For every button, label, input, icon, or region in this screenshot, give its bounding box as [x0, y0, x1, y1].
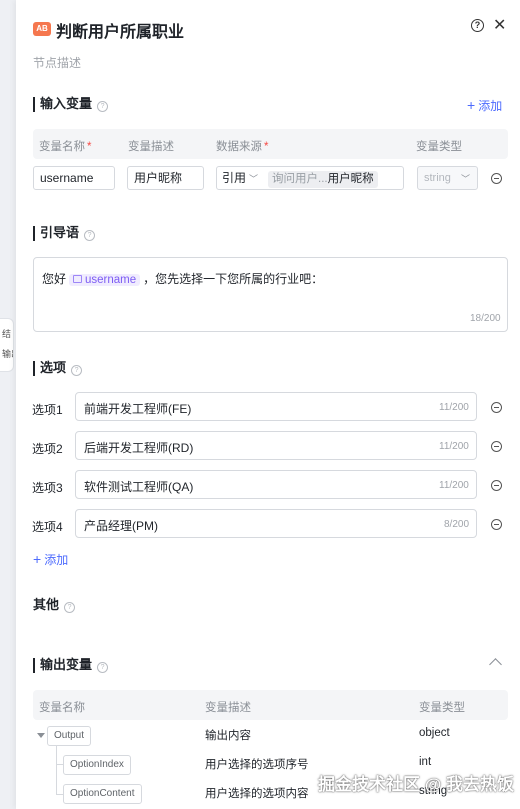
background-node-label: 结	[2, 329, 12, 339]
output-var-desc: 输出内容	[205, 730, 251, 742]
output-var-name: Output	[47, 726, 92, 746]
option-label: 选项2	[32, 442, 63, 456]
info-icon[interactable]: ?	[71, 365, 83, 376]
variable-desc-input[interactable]: 用户昵称	[127, 166, 204, 190]
option-label: 选项1	[32, 403, 63, 417]
variable-icon	[73, 275, 83, 283]
node-description-input[interactable]: 节点描述	[33, 54, 81, 71]
option-value: 后端开发工程师(RD)	[84, 441, 194, 455]
expand-arrow-icon[interactable]	[37, 733, 45, 738]
output-var-desc: 用户选择的选项内容	[205, 788, 309, 800]
source-reference-tag[interactable]: 询问用户...用户昵称	[268, 171, 378, 188]
output-var-desc: 用户选择的选项序号	[205, 759, 309, 771]
chevron-down-icon: ﹀	[461, 174, 471, 184]
output-section-title: 输出变量?	[33, 657, 109, 673]
prompt-section-title: 引导语?	[33, 225, 96, 241]
prompt-text: 您好 username ，您先选择一下您所属的行业吧：	[42, 270, 323, 287]
output-var-name: OptionContent	[63, 784, 142, 804]
option-value: 前端开发工程师(FE)	[84, 402, 192, 416]
prompt-char-counter: 18/200	[470, 313, 501, 324]
plus-icon: +	[33, 551, 42, 567]
collapse-chevron-icon[interactable]	[489, 658, 502, 671]
out-col-type: 变量类型	[419, 702, 465, 714]
option-char-counter: 11/200	[439, 480, 469, 491]
add-option-button[interactable]: + 添加	[33, 551, 68, 568]
add-option-label: 添加	[44, 553, 69, 567]
tree-connector	[56, 794, 63, 795]
output-table-header: 变量名称 变量描述 变量类型	[33, 690, 508, 720]
info-icon[interactable]: ?	[97, 101, 109, 112]
prompt-text-after: ，您先选择一下您所属的行业吧：	[143, 272, 324, 286]
out-col-name: 变量名称	[39, 702, 85, 714]
background-node-output: 输出	[2, 349, 13, 359]
col-source-label: 数据来源	[216, 141, 262, 153]
add-input-button[interactable]: + 添加	[467, 97, 502, 114]
option-input[interactable]: 前端开发工程师(FE) 11/200	[75, 392, 477, 421]
info-icon[interactable]: ?	[64, 602, 76, 613]
input-section-label: 输入变量	[40, 96, 93, 111]
prompt-editor[interactable]: 您好 username ，您先选择一下您所属的行业吧： 18/200	[33, 257, 508, 332]
chevron-down-icon[interactable]: ﹀	[249, 172, 258, 185]
prompt-text-before: 您好	[42, 272, 67, 286]
col-source: 数据来源 *	[216, 141, 269, 153]
remove-option-icon[interactable]	[491, 441, 502, 452]
watermark: 掘金技术社区 @ 我去热饭	[318, 775, 515, 794]
variable-chip-label: username	[85, 274, 137, 286]
add-input-label: 添加	[478, 99, 503, 113]
input-section-title: 输入变量?	[33, 96, 109, 112]
col-type: 变量类型	[416, 141, 462, 153]
options-section-title: 选项?	[33, 360, 83, 376]
output-section-label: 输出变量	[40, 657, 93, 672]
out-col-desc: 变量描述	[205, 702, 251, 714]
tree-connector	[56, 746, 57, 794]
option-input[interactable]: 产品经理(PM) 8/200	[75, 509, 477, 538]
option-char-counter: 11/200	[439, 441, 469, 452]
col-desc: 变量描述	[128, 141, 174, 153]
close-icon[interactable]: ✕	[493, 15, 506, 35]
output-var-type: int	[419, 756, 432, 768]
canvas-backdrop	[0, 0, 16, 809]
variable-name-input[interactable]: username	[33, 166, 115, 190]
option-label: 选项3	[32, 481, 63, 495]
info-icon[interactable]: ?	[97, 662, 109, 673]
variable-chip[interactable]: username	[69, 274, 141, 286]
remove-option-icon[interactable]	[491, 519, 502, 530]
option-value: 软件测试工程师(QA)	[84, 480, 194, 494]
other-section-label: 其他	[33, 597, 60, 612]
other-section-title[interactable]: 其他?	[33, 597, 76, 613]
help-icon[interactable]: ?	[471, 19, 484, 32]
background-node-card[interactable]: 结 输出	[0, 318, 14, 372]
col-name: 变量名称 *	[39, 141, 92, 153]
source-mode-select[interactable]: 引用	[222, 171, 246, 185]
node-title[interactable]: 判断用户所属职业	[56, 18, 184, 42]
info-icon[interactable]: ?	[84, 230, 96, 241]
option-char-counter: 11/200	[439, 402, 469, 413]
option-label: 选项4	[32, 520, 63, 534]
options-section-label: 选项	[40, 360, 67, 375]
option-input[interactable]: 后端开发工程师(RD) 11/200	[75, 431, 477, 460]
input-table-header: 变量名称 * 变量描述 数据来源 * 变量类型	[33, 129, 508, 159]
option-value: 产品经理(PM)	[84, 519, 158, 533]
output-var-name: OptionIndex	[63, 755, 131, 775]
col-name-label: 变量名称	[39, 141, 85, 153]
node-config-panel: AB 判断用户所属职业 ? ✕ 节点描述 输入变量? + 添加 变量名称 * 变量描…	[16, 0, 520, 809]
option-char-counter: 8/200	[444, 519, 470, 530]
option-input[interactable]: 软件测试工程师(QA) 11/200	[75, 470, 477, 499]
remove-option-icon[interactable]	[491, 402, 502, 413]
tree-connector	[56, 764, 63, 765]
plus-icon: +	[467, 97, 476, 113]
reference-variable: 用户昵称	[327, 173, 374, 185]
node-type-badge: AB	[33, 22, 51, 36]
reference-node: 询问用户...	[272, 173, 328, 185]
remove-input-icon[interactable]	[491, 173, 502, 184]
remove-option-icon[interactable]	[491, 480, 502, 491]
prompt-section-label: 引导语	[40, 225, 80, 240]
output-var-type: object	[419, 727, 450, 739]
